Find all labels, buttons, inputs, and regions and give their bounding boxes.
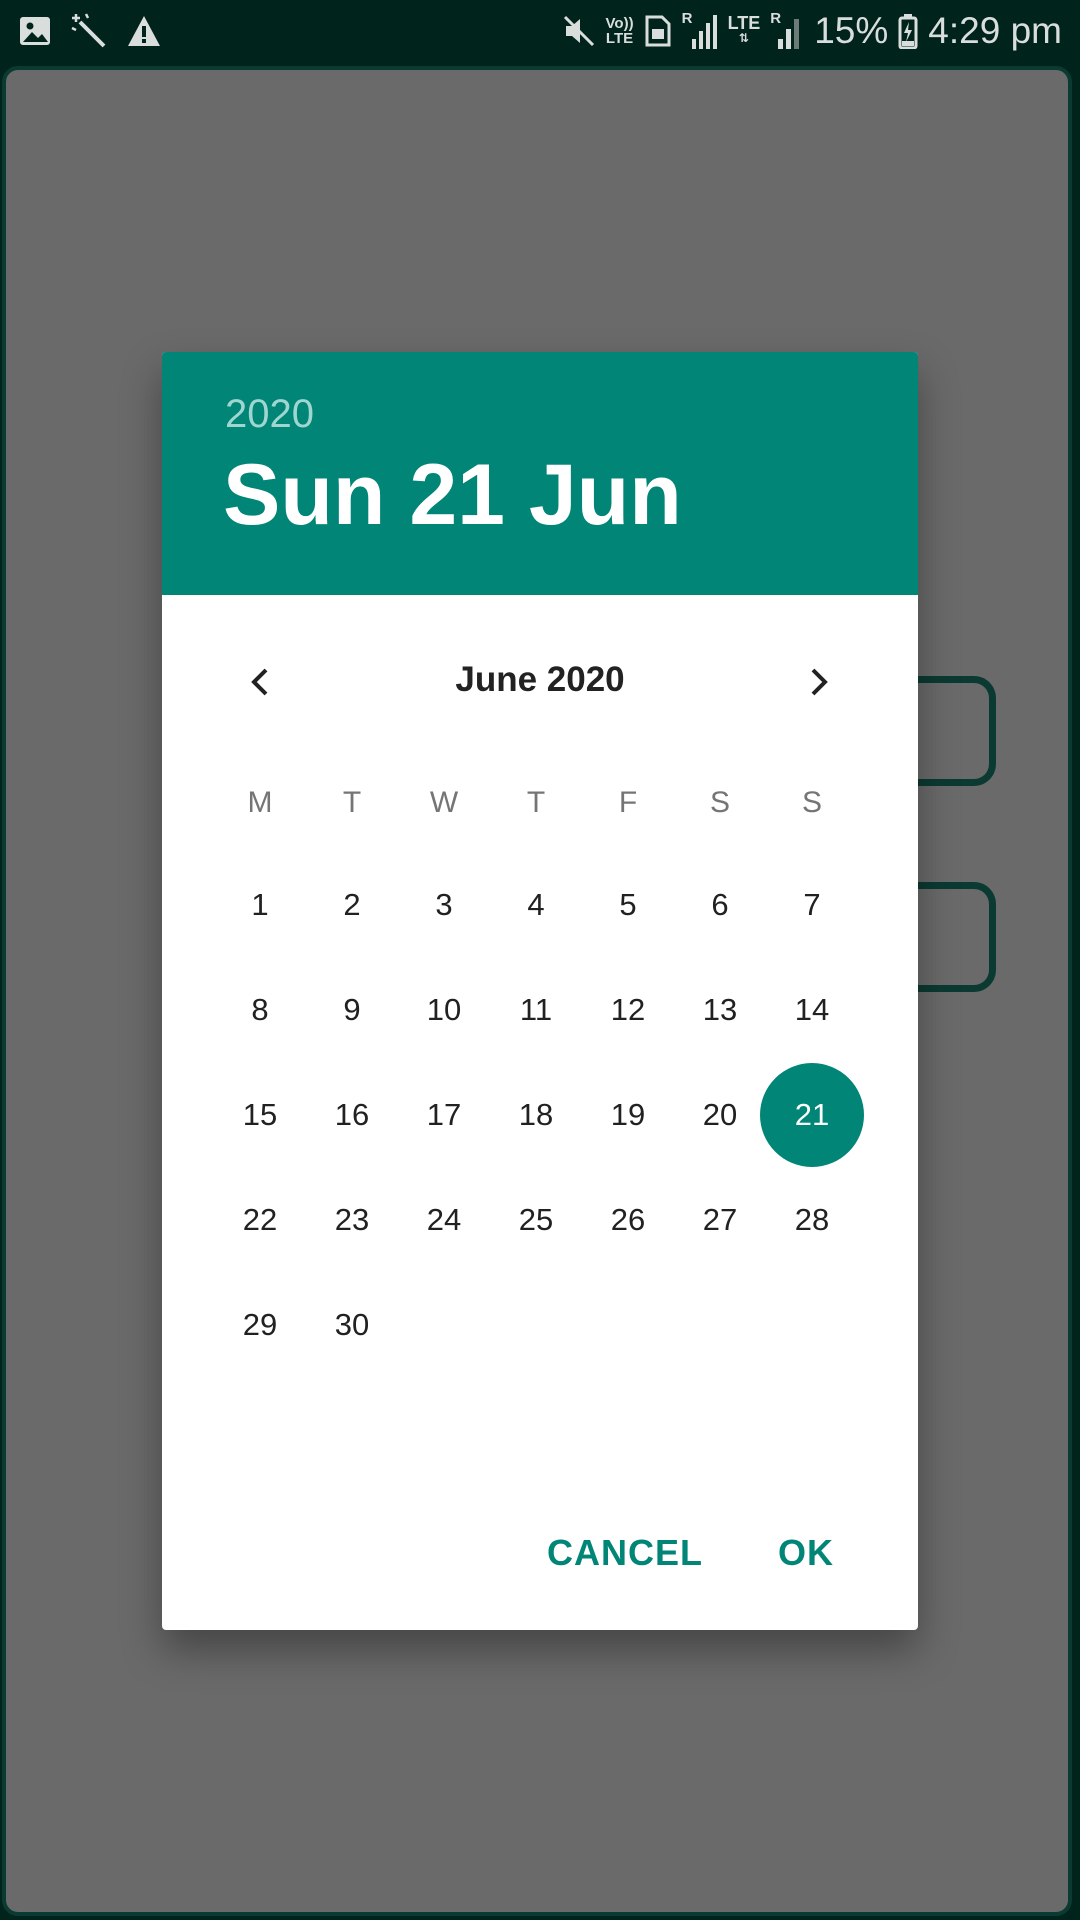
date-picker-dialog: 2020 Sun 21 Jun June 2020 M T W T F S S … bbox=[162, 352, 918, 1630]
calendar-day[interactable]: 28 bbox=[760, 1168, 864, 1272]
calendar-day[interactable]: 2 bbox=[300, 853, 404, 957]
calendar-day[interactable]: 3 bbox=[392, 853, 496, 957]
signal-weak-icon bbox=[778, 19, 800, 49]
weekday-label: T bbox=[342, 786, 362, 819]
lte-indicator: LTE ⇅ bbox=[727, 13, 761, 45]
calendar-day[interactable]: 4 bbox=[484, 853, 588, 957]
weekday-label: S bbox=[709, 786, 730, 819]
weekday-label: S bbox=[801, 786, 822, 819]
calendar-day[interactable]: 7 bbox=[760, 853, 864, 957]
signal-1: R bbox=[682, 11, 718, 51]
mute-icon bbox=[563, 15, 594, 47]
calendar-day[interactable]: 20 bbox=[668, 1063, 772, 1167]
calendar-day[interactable]: 11 bbox=[484, 958, 588, 1062]
weekday-label: W bbox=[429, 786, 459, 819]
status-bar: Vo)) LTE R LTE ⇅ R 15% 4:29 pm bbox=[0, 0, 1080, 62]
dialog-header: 2020 Sun 21 Jun bbox=[162, 352, 918, 595]
header-year[interactable]: 2020 bbox=[225, 392, 314, 437]
weekday-label: M bbox=[247, 786, 273, 819]
calendar-day[interactable]: 29 bbox=[208, 1273, 312, 1377]
image-icon bbox=[20, 17, 50, 45]
system-icons: Vo)) LTE R LTE ⇅ R 15% 4:29 pm bbox=[562, 0, 1062, 62]
clock: 4:29 pm bbox=[928, 10, 1062, 51]
data-arrows-icon: ⇅ bbox=[738, 31, 749, 45]
next-month-button[interactable] bbox=[789, 652, 849, 712]
cancel-button[interactable]: CANCEL bbox=[547, 1532, 703, 1574]
calendar-day[interactable]: 13 bbox=[668, 958, 772, 1062]
weekday-label: F bbox=[618, 786, 638, 819]
calendar-day[interactable]: 16 bbox=[300, 1063, 404, 1167]
calendar-day[interactable]: 17 bbox=[392, 1063, 496, 1167]
calendar-day[interactable]: 12 bbox=[576, 958, 680, 1062]
sim-card-icon bbox=[645, 15, 671, 47]
calendar-day[interactable]: 25 bbox=[484, 1168, 588, 1272]
magic-wand-icon bbox=[71, 13, 106, 48]
battery-charging-icon bbox=[898, 14, 918, 49]
calendar-day[interactable]: 1 bbox=[208, 853, 312, 957]
calendar-day[interactable]: 30 bbox=[300, 1273, 404, 1377]
calendar-day[interactable]: 10 bbox=[392, 958, 496, 1062]
calendar-day[interactable]: 23 bbox=[300, 1168, 404, 1272]
battery-percent: 15% bbox=[814, 10, 889, 51]
calendar-day[interactable]: 27 bbox=[668, 1168, 772, 1272]
calendar-day[interactable]: 6 bbox=[668, 853, 772, 957]
calendar-day[interactable]: 14 bbox=[760, 958, 864, 1062]
calendar-day[interactable]: 8 bbox=[208, 958, 312, 1062]
warning-icon bbox=[128, 16, 160, 46]
signal-2: R bbox=[770, 11, 804, 51]
ok-button[interactable]: OK bbox=[778, 1532, 834, 1574]
weekday-label: T bbox=[526, 786, 546, 819]
calendar-day[interactable]: 22 bbox=[208, 1168, 312, 1272]
calendar-day[interactable]: 9 bbox=[300, 958, 404, 1062]
calendar-day[interactable]: 15 bbox=[208, 1063, 312, 1167]
notification-icons bbox=[18, 12, 162, 50]
calendar-day[interactable]: 24 bbox=[392, 1168, 496, 1272]
background-input-field-1 bbox=[916, 676, 996, 786]
chevron-right-icon bbox=[811, 668, 828, 696]
calendar-day[interactable]: 26 bbox=[576, 1168, 680, 1272]
calendar-day[interactable]: 18 bbox=[484, 1063, 588, 1167]
signal-icon bbox=[691, 15, 717, 49]
calendar-day[interactable]: 5 bbox=[576, 853, 680, 957]
header-date[interactable]: Sun 21 Jun bbox=[223, 446, 682, 545]
background-input-field-2 bbox=[916, 882, 996, 992]
calendar-day[interactable]: 19 bbox=[576, 1063, 680, 1167]
calendar-day-selected[interactable]: 21 bbox=[760, 1063, 864, 1167]
volte-indicator: Vo)) LTE bbox=[605, 15, 634, 47]
